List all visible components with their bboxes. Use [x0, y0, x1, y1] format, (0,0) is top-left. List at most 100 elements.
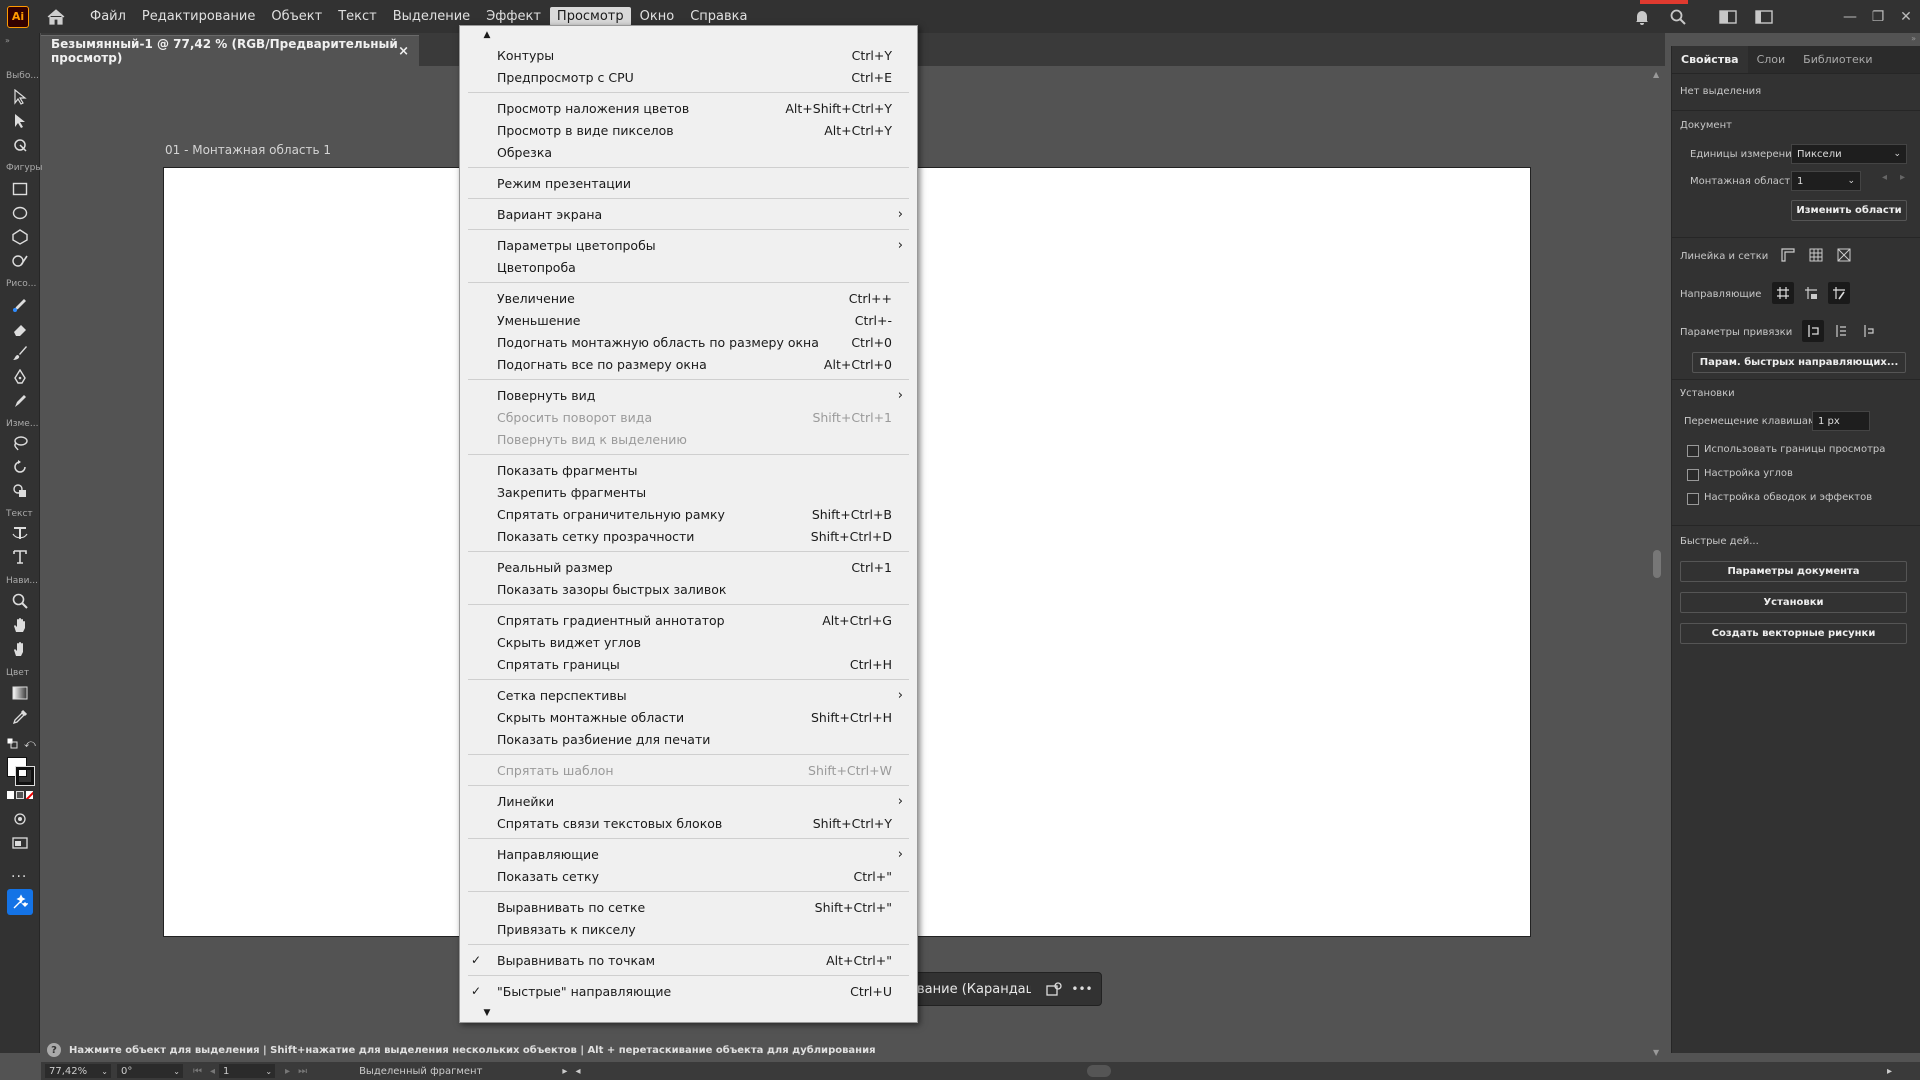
paintbrush-tool-icon[interactable]: [9, 343, 31, 363]
view-menu-item[interactable]: Увеличение Ctrl++: [460, 287, 917, 309]
view-menu-item[interactable]: ✓ "Быстрые" направляющие Ctrl+U: [460, 980, 917, 1002]
lock-guides-icon[interactable]: [1800, 282, 1822, 304]
gradient-tool-icon[interactable]: [9, 683, 31, 703]
workspace-layout-icon[interactable]: [1716, 5, 1740, 29]
snap-to-pixel-icon[interactable]: [1858, 320, 1880, 342]
view-menu-item[interactable]: Спрятать шаблон Shift+Ctrl+W: [460, 759, 917, 781]
view-menu-item[interactable]: Спрятать градиентный аннотатор Alt+Ctrl+G: [460, 609, 917, 631]
tab-layers[interactable]: Слои: [1748, 46, 1795, 73]
view-menu-item[interactable]: Показать зазоры быстрых заливок: [460, 578, 917, 600]
view-menu-item[interactable]: Спрятать связи текстовых блоков Shift+Ctr…: [460, 812, 917, 834]
rotate-view-tool-icon[interactable]: [9, 639, 31, 659]
view-menu-item[interactable]: Направляющие ›: [460, 843, 917, 865]
artboard-select[interactable]: 1 ⌄: [1791, 171, 1861, 191]
view-menu-item[interactable]: Спрятать ограничительную рамку Shift+Ctrl…: [460, 503, 917, 525]
view-menu-item[interactable]: Просмотр наложения цветов Alt+Shift+Ctrl+…: [460, 97, 917, 119]
screen-mode-icon[interactable]: [9, 833, 31, 853]
collapse-toolbar-icon[interactable]: »: [5, 36, 10, 45]
arrange-documents-icon[interactable]: [1752, 5, 1776, 29]
eyedropper-tool-icon[interactable]: [9, 707, 31, 727]
snap-to-point-icon[interactable]: [1802, 320, 1824, 342]
pen-tool-icon[interactable]: [9, 367, 31, 387]
prev-artboard-nav-icon[interactable]: ◂: [210, 1066, 215, 1077]
view-menu-item[interactable]: Подогнать монтажную область по размеру о…: [460, 331, 917, 353]
view-menu-item[interactable]: Показать сетку Ctrl+": [460, 865, 917, 887]
view-menu-item[interactable]: Цветопроба: [460, 256, 917, 278]
view-menu-item[interactable]: Скрыть монтажные области Shift+Ctrl+H: [460, 706, 917, 728]
view-menu-item[interactable]: Показать разбиение для печати: [460, 728, 917, 750]
menu-4[interactable]: Выделение: [386, 7, 477, 26]
view-menu-item[interactable]: Контуры Ctrl+Y: [460, 44, 917, 66]
none-mode-icon[interactable]: [25, 791, 33, 799]
task-bar-label[interactable]: вание (Карандаш): [901, 982, 1031, 997]
units-select[interactable]: Пиксели ⌄: [1791, 144, 1907, 164]
scale-corners-checkbox[interactable]: [1687, 469, 1699, 481]
shape-builder-tool-icon[interactable]: [9, 481, 31, 501]
view-menu-item[interactable]: Режим презентации: [460, 172, 917, 194]
tab-libraries[interactable]: Библиотеки: [1794, 46, 1881, 73]
smart-guides-icon[interactable]: [1828, 282, 1850, 304]
last-artboard-icon[interactable]: ⏭: [298, 1066, 307, 1077]
color-mode-icon[interactable]: [7, 791, 15, 799]
menu-1[interactable]: Редактирование: [135, 7, 262, 26]
status-menu-icon[interactable]: ▸: [562, 1066, 567, 1077]
tab-properties[interactable]: Свойства: [1672, 46, 1748, 73]
view-menu-item[interactable]: Показать фрагменты: [460, 459, 917, 481]
selection-tool-icon[interactable]: [9, 87, 31, 107]
gradient-mode-icon[interactable]: [16, 791, 24, 799]
menu-scroll-down-icon[interactable]: ▼: [480, 1008, 494, 1018]
preferences-button[interactable]: Установки: [1680, 592, 1907, 613]
view-menu-item[interactable]: Выравнивать по сетке Shift+Ctrl+": [460, 896, 917, 918]
ellipse-tool-icon[interactable]: [9, 203, 31, 223]
grid-icon[interactable]: [1805, 244, 1827, 266]
next-artboard-icon[interactable]: ▸: [1900, 172, 1905, 183]
view-menu-item[interactable]: Подогнать все по размеру окна Alt+Ctrl+0: [460, 353, 917, 375]
scale-strokes-checkbox[interactable]: [1687, 493, 1699, 505]
menu-5[interactable]: Эффект: [479, 7, 548, 26]
view-menu-item[interactable]: Привязать к пикселу: [460, 918, 917, 940]
menu-6[interactable]: Просмотр: [549, 7, 631, 26]
zoom-field[interactable]: 77,42% ⌄: [45, 1064, 111, 1078]
bell-icon[interactable]: [1630, 5, 1654, 29]
view-menu-item[interactable]: Линейки ›: [460, 790, 917, 812]
type-tool-icon[interactable]: [9, 547, 31, 567]
vertical-scrollbar[interactable]: ▲ ▼: [1649, 66, 1665, 1057]
prev-artboard-icon[interactable]: ◂: [1882, 172, 1887, 183]
view-menu-item[interactable]: Просмотр в виде пикселов Alt+Ctrl+Y: [460, 119, 917, 141]
ruler-icon[interactable]: [1777, 244, 1799, 266]
h-scrollbar-thumb[interactable]: [1087, 1065, 1111, 1077]
view-menu-item[interactable]: ✓ Выравнивать по точкам Alt+Ctrl+": [460, 949, 917, 971]
edit-toolbar-icon[interactable]: ...: [11, 865, 27, 881]
lasso-tool-icon[interactable]: [9, 433, 31, 453]
h-scroll-left-icon[interactable]: ◂: [575, 1066, 580, 1077]
rotation-field[interactable]: 0° ⌄: [117, 1064, 183, 1078]
scroll-down-icon[interactable]: ▼: [1653, 1048, 1659, 1057]
close-tab-icon[interactable]: ×: [398, 44, 409, 59]
magic-wand-tool-icon[interactable]: [9, 135, 31, 155]
swap-colors-icon[interactable]: ⤺: [24, 737, 36, 750]
menu-0[interactable]: Файл: [83, 7, 133, 26]
help-icon[interactable]: ?: [47, 1043, 61, 1057]
generative-ai-icon[interactable]: [7, 889, 33, 915]
menu-7[interactable]: Окно: [633, 7, 682, 26]
document-tab[interactable]: Безымянный-1 @ 77,42 % (RGB/Предваритель…: [41, 35, 419, 66]
more-options-icon[interactable]: •••: [1071, 978, 1093, 1000]
illustrator-logo-icon[interactable]: Ai: [7, 5, 29, 28]
zoom-tool-icon[interactable]: [9, 591, 31, 611]
menu-scroll-up-icon[interactable]: ▲: [480, 30, 494, 40]
polygon-tool-icon[interactable]: [9, 227, 31, 247]
view-menu-item[interactable]: Повернуть вид к выделению: [460, 428, 917, 450]
blob-brush-tool-icon[interactable]: [9, 391, 31, 411]
keyboard-increment-input[interactable]: 1 px: [1812, 411, 1870, 431]
vectorize-button[interactable]: Создать векторные рисунки: [1680, 623, 1907, 644]
scrollbar-thumb[interactable]: [1653, 550, 1661, 578]
scroll-up-icon[interactable]: ▲: [1653, 70, 1659, 79]
shaper-tool-icon[interactable]: [9, 251, 31, 271]
default-colors-icon[interactable]: [6, 737, 18, 749]
rectangle-tool-icon[interactable]: [9, 179, 31, 199]
artboard-nav-field[interactable]: 1 ⌄: [219, 1064, 276, 1078]
home-icon[interactable]: [45, 6, 67, 28]
type-on-path-tool-icon[interactable]: [9, 523, 31, 543]
show-guides-icon[interactable]: [1772, 282, 1794, 304]
view-menu-item[interactable]: Предпросмотр с CPU Ctrl+E: [460, 66, 917, 88]
